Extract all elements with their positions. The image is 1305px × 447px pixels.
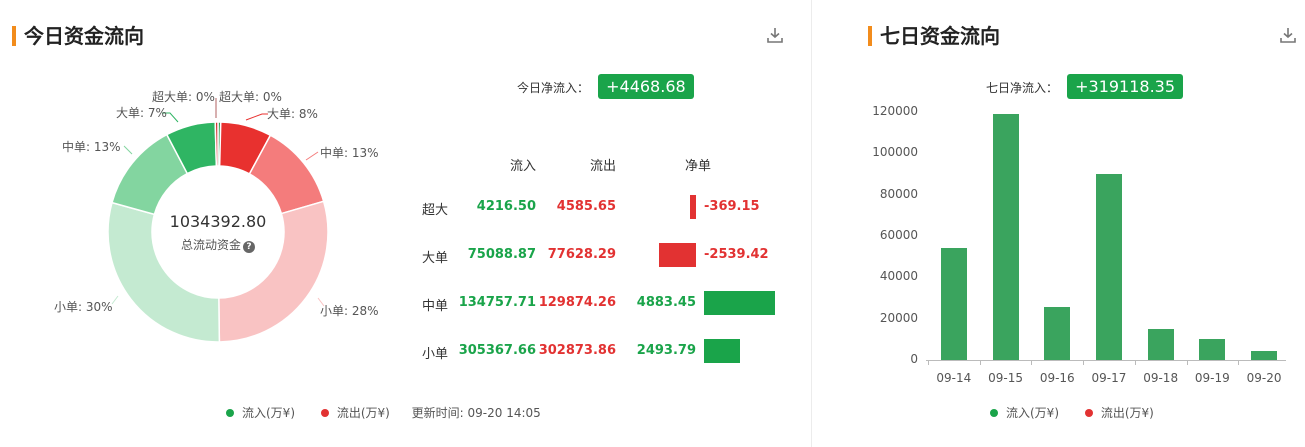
donut-label-xl-out: 超大单: 0%	[219, 90, 282, 104]
x-tick-label: 09-17	[1091, 371, 1127, 385]
donut-label-xl-in: 超大单: 0%	[152, 90, 215, 104]
legend-out[interactable]: 流出(万¥)	[320, 406, 390, 420]
row-net: -2539.42	[704, 247, 769, 262]
legend-out-dot	[320, 409, 329, 417]
row-net: -369.15	[704, 199, 760, 214]
legend-in-dot	[226, 409, 234, 417]
donut-label-medium-out: 中单: 13%	[320, 146, 379, 160]
x-tick-label: 09-14	[936, 371, 972, 385]
net-bar	[704, 339, 741, 363]
bar-09-18[interactable]	[1147, 329, 1174, 360]
x-tick-mark	[928, 360, 929, 365]
x-tick-mark	[1186, 360, 1188, 365]
net-bar	[690, 195, 696, 219]
x-tick-label: 09-16	[1039, 371, 1075, 385]
y-tick-label: 20000	[879, 310, 918, 325]
y-tick-label: 0	[910, 352, 918, 366]
legend-in-right[interactable]: 流入(万¥)	[990, 406, 1059, 420]
legend-out-dot-right	[1084, 409, 1093, 417]
right-legend: 流入(万¥) 流出(万¥)	[990, 404, 1154, 421]
legend-in-label-right: 流入(万¥)	[1006, 406, 1059, 420]
donut-label-small-out: 小单: 28%	[320, 304, 379, 318]
y-tick-label: 80000	[879, 186, 918, 201]
seven-day-net-value: +319118.35	[1067, 74, 1184, 99]
donut-label-large-in: 大单: 7%	[116, 106, 167, 120]
y-tick-label: 40000	[879, 269, 918, 284]
row-outflow: 4585.65	[556, 199, 616, 214]
donut-leader-lines	[111, 98, 325, 307]
x-tick-mark	[1238, 360, 1240, 365]
donut-label-small-in: 小单: 30%	[54, 300, 113, 314]
col-header-in: 流入	[510, 159, 537, 174]
bar-09-14[interactable]	[940, 248, 967, 360]
x-tick-mark	[979, 360, 981, 365]
seven-day-net-inflow: 七日净流入： +319118.35	[986, 74, 1184, 99]
x-tick-label: 09-20	[1246, 371, 1282, 385]
title-accent-bar-right	[868, 26, 872, 46]
y-tick-label: 120000	[872, 104, 918, 118]
legend-in-label: 流入(万¥)	[242, 406, 295, 420]
row-outflow: 77628.29	[547, 247, 616, 262]
x-tick-mark	[1031, 360, 1033, 365]
row-net: 4883.45	[636, 295, 696, 310]
col-header-net: 净单	[685, 159, 712, 174]
net-bar	[704, 291, 775, 315]
y-tick-label: 100000	[872, 145, 918, 160]
x-tick-mark	[1083, 360, 1085, 365]
seven-day-flow-title-text: 七日资金流向	[880, 24, 1000, 48]
bar-09-19[interactable]	[1199, 338, 1226, 360]
left-legend: 流入(万¥) 流出(万¥) 更新时间: 09-20 14:05	[226, 404, 541, 421]
download-icon-right[interactable]	[1279, 26, 1297, 44]
net-bar	[659, 243, 696, 267]
legend-out-right[interactable]: 流出(万¥)	[1084, 406, 1154, 420]
bar-09-16[interactable]	[1044, 307, 1071, 360]
col-header-out: 流出	[590, 159, 617, 174]
bar-09-17[interactable]	[1095, 174, 1122, 360]
donut-label-medium-in: 中单: 13%	[62, 140, 121, 154]
bar-09-20[interactable]	[1251, 350, 1278, 360]
panel-divider	[811, 0, 812, 447]
legend-in[interactable]: 流入(万¥)	[226, 406, 295, 420]
bar-09-15[interactable]	[992, 114, 1019, 360]
x-tick-label: 09-15	[988, 371, 1023, 385]
legend-out-label: 流出(万¥)	[336, 406, 390, 420]
x-tick-label: 09-18	[1143, 371, 1179, 385]
x-tick-label: 09-19	[1194, 371, 1230, 385]
donut-label-large-out: 大单: 8%	[267, 107, 318, 121]
x-tick-mark	[1134, 360, 1136, 365]
seven-day-flow-title: 七日资金流向	[868, 20, 1000, 49]
seven-day-net-label: 七日净流入：	[986, 81, 1059, 95]
update-time: 更新时间: 09-20 14:05	[411, 406, 541, 420]
legend-in-dot-right	[990, 409, 998, 417]
y-tick-label: 60000	[879, 228, 918, 242]
legend-out-label-right: 流出(万¥)	[1100, 406, 1154, 420]
row-net: 2493.79	[636, 343, 696, 358]
